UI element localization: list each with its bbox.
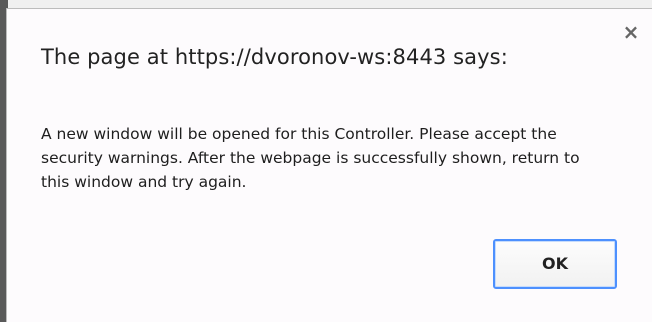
page-background-top [0, 0, 652, 8]
alert-dialog: × The page at https://dvoronov-ws:8443 s… [6, 8, 652, 322]
dialog-message: A new window will be opened for this Con… [41, 125, 580, 191]
ok-button[interactable]: OK [493, 239, 617, 289]
dialog-title: The page at https://dvoronov-ws:8443 say… [41, 45, 508, 69]
close-icon[interactable]: × [622, 22, 640, 42]
